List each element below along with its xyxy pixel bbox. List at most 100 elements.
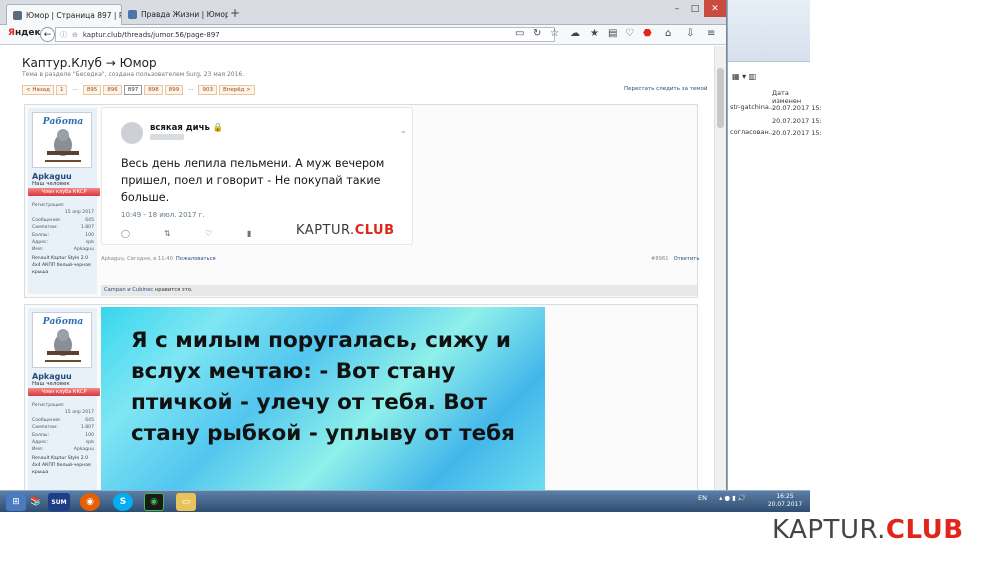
page-content: Каптур.Клуб → Юмор Тема в разделе "Бесед… (0, 46, 715, 490)
pager-page[interactable]: 1 (55, 85, 68, 95)
download-icon[interactable]: ⇩ (686, 28, 694, 39)
pager-prev[interactable]: < Назад (22, 85, 54, 95)
pagination: < Назад 1 ... 895 896 897 898 899 ... 90… (22, 85, 255, 95)
likes-summary: Campan и Cubinec нравится это. (101, 285, 697, 296)
file-date: 20.07.2017 15: (772, 104, 822, 112)
user-title: Наш человек (32, 381, 70, 387)
analytics-icon[interactable]: ▮ (247, 229, 251, 238)
post-image[interactable]: Я с милым поругалась, сижу и вслух мечта… (101, 307, 545, 490)
vk-favicon-icon (128, 10, 137, 19)
info-icon[interactable]: ⓘ (60, 30, 67, 40)
avatar[interactable]: Работа (32, 112, 92, 168)
lock-icon: ⊖ (72, 30, 78, 39)
tray-icons[interactable]: ▴ ● ▮ 🔊 (719, 494, 746, 502)
pager-page[interactable]: 903 (198, 85, 217, 95)
new-tab-button[interactable]: + (230, 6, 240, 20)
adblock-icon[interactable]: ⬣ (643, 28, 652, 39)
background-window: ▦ ▾ ▥ Дата изменен str-gatchina... 20.07… (727, 0, 822, 490)
pager-dots: ... (188, 86, 194, 92)
library-icon[interactable]: ▤ (608, 28, 617, 39)
user-sidebar: Работа Apkaguu Наш человек Член клуба КК… (28, 108, 100, 294)
firefox-icon[interactable]: ◉ (80, 493, 100, 511)
file-date: 20.07.2017 15: (772, 117, 822, 125)
sum-app-icon[interactable]: SUM (48, 493, 70, 511)
tab-pravda[interactable]: Правда Жизни | Юмор, Мо ✕ (122, 4, 228, 25)
lock-icon: 🔒 (212, 123, 224, 133)
avatar[interactable]: Работа (32, 312, 92, 368)
system-tray: EN ▴ ● ▮ 🔊 (698, 494, 746, 502)
maximize-button[interactable]: □ (686, 0, 704, 17)
start-button[interactable]: ⊞ (6, 493, 26, 511)
username[interactable]: Apkaguu (32, 372, 72, 381)
view-options-icon[interactable]: ▦ ▾ ▥ (732, 72, 756, 81)
username[interactable]: Apkaguu (32, 172, 72, 181)
pager-next[interactable]: Вперёд > (218, 85, 255, 95)
pager-page[interactable]: 896 (103, 85, 122, 95)
user-badge: Член клуба ККСР (28, 188, 100, 196)
url-text: kaptur.club/threads/jumor.56/page-897 (82, 30, 220, 39)
tweet-text: Весь день лепила пельмени. А муж вечером… (121, 157, 385, 204)
pager-page[interactable]: 899 (164, 85, 184, 95)
clock[interactable]: 16:25 20.07.2017 (760, 493, 810, 509)
close-window-button[interactable]: ✕ (704, 0, 726, 17)
tweet-time: 10:49 - 18 июл. 2017 г. (121, 211, 205, 219)
file-date: 20.07.2017 15: (772, 129, 822, 137)
report-link[interactable]: Пожаловаться (176, 256, 216, 262)
eye-app-icon[interactable]: ◉ (144, 493, 164, 511)
taskbar: ⊞ 📚 SUM ◉ S ◉ ▭ EN ▴ ● ▮ 🔊 16:25 20.07.2… (0, 490, 810, 512)
site-favicon-icon (13, 10, 22, 20)
bookmark-star-icon[interactable]: ☆ (550, 28, 559, 39)
menu-icon[interactable]: ≡ (707, 28, 715, 39)
reply-icon[interactable]: ◯ (121, 229, 130, 238)
library-app-icon[interactable]: 📚 (26, 493, 46, 511)
retweet-icon[interactable]: ⇅ (164, 229, 171, 238)
user-badge: Член клуба ККСР (28, 388, 100, 396)
pager-page[interactable]: 898 (144, 85, 163, 95)
chevron-down-icon[interactable]: ⌄ (400, 126, 407, 135)
user-car: Renault Kaptur Style 2.0 4x4 АКПП белый-… (32, 255, 91, 275)
address-bar[interactable]: ⓘ ⊖ kaptur.club/threads/jumor.56/page-89… (55, 27, 555, 42)
skype-icon[interactable]: S (113, 493, 133, 511)
pager-dots: ... (72, 86, 78, 92)
back-arrow-icon[interactable]: ← (40, 27, 55, 42)
language-indicator[interactable]: EN (698, 494, 707, 502)
pocket-icon[interactable]: ♡ (625, 28, 634, 39)
vertical-scrollbar[interactable] (714, 46, 726, 490)
thread-subtitle: Тема в разделе "Беседка", создана пользо… (22, 71, 245, 78)
file-item[interactable]: согласован... (730, 128, 775, 136)
tab-label: Юмор | Страница 897 | Рен (26, 10, 121, 20)
pager-current-page: 897 (123, 85, 143, 95)
tab-humor[interactable]: Юмор | Страница 897 | Рен (6, 4, 122, 25)
post-meta: Apkaguu, Сегодня, в 11:40 Пожаловаться (101, 256, 216, 262)
user-stats: Регистрация: 15 апр 2017 Сообщения: 645 С… (32, 403, 94, 475)
tweet-handle-blurred (150, 134, 184, 140)
explorer-folder-icon[interactable]: ▭ (176, 493, 196, 511)
kaptur-club-watermark: KAPTUR.CLUB (772, 515, 964, 545)
file-item[interactable]: str-gatchina... (730, 103, 775, 111)
heart-icon[interactable]: ♡ (205, 229, 212, 238)
post-number: #8961 Ответить (651, 256, 700, 262)
pager-page[interactable]: 895 (82, 85, 102, 95)
user-car: Renault Kaptur Style 2.0 4x4 АКПП белый-… (32, 455, 91, 475)
user-stats: Регистрация: 15 апр 2017 Сообщения: 645 С… (32, 203, 94, 275)
tab-label: Правда Жизни | Юмор, Мо (141, 10, 228, 19)
minimize-button[interactable]: – (668, 0, 686, 17)
tweet-author: всякая дичь 🔒 (150, 123, 224, 133)
tweet-avatar (121, 122, 143, 144)
tab-bar: Юмор | Страница 897 | Рен Правда Жизни |… (0, 0, 726, 25)
home-icon[interactable]: ⌂ (665, 28, 671, 39)
reply-link[interactable]: Ответить (674, 256, 700, 262)
column-date-modified[interactable]: Дата изменен (772, 89, 810, 105)
reload-icon[interactable]: ↻ (533, 28, 541, 39)
star-icon[interactable]: ★ (590, 28, 599, 39)
user-title: Наш человек (32, 181, 70, 187)
user-sidebar: Работа Apkaguu Наш человек Член клуба КК… (28, 308, 100, 490)
forum-post: Работа Apkaguu Наш человек Член клуба КК… (24, 304, 698, 490)
scrollbar-thumb[interactable] (717, 68, 724, 128)
avatar-caption: Работа (42, 116, 84, 127)
kaptur-watermark: KAPTUR.CLUB (296, 223, 395, 238)
tweet-card: всякая дичь 🔒 ⌄ Весь день лепила пельмен… (101, 107, 413, 245)
cloud-icon[interactable]: ☁ (570, 28, 580, 39)
reader-mode-icon[interactable]: ▭ (515, 28, 524, 39)
unwatch-thread-link[interactable]: Перестать следить за темой (624, 86, 707, 92)
